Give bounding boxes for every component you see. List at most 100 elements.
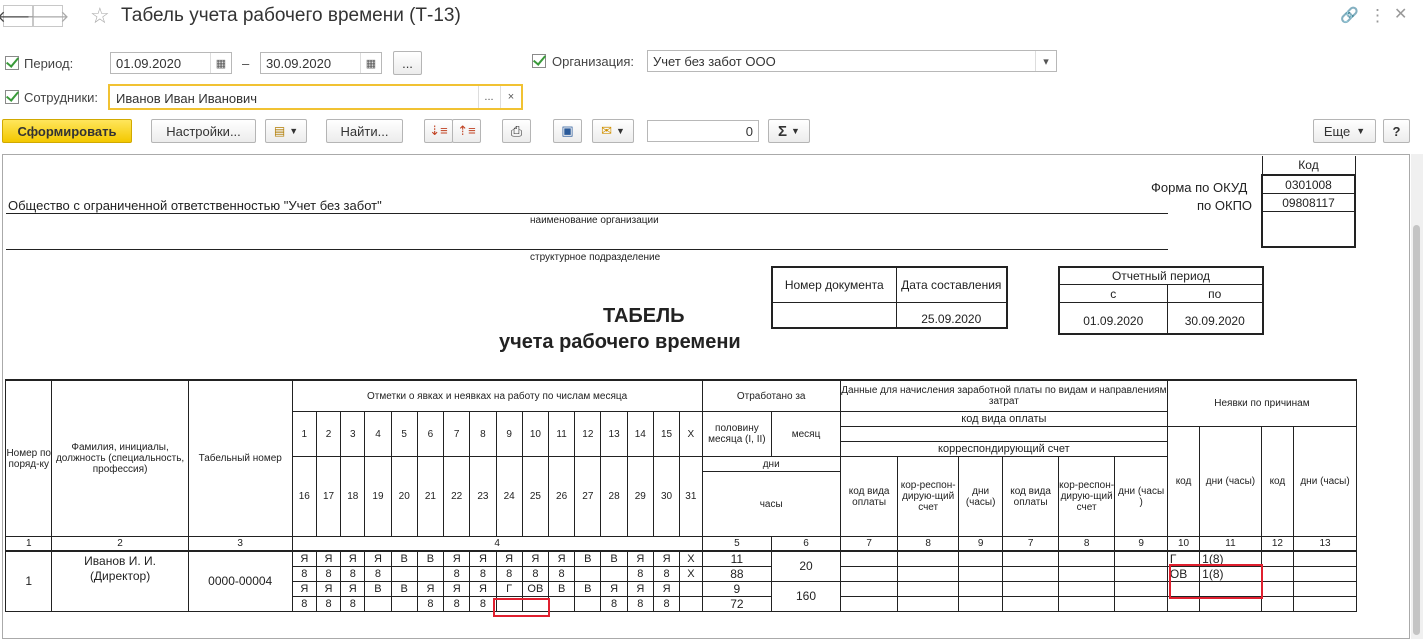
day-cell: 20 [390,456,418,537]
day-cell: 5 [390,411,418,457]
header-abs-days-2: дни (часы) [1293,426,1357,537]
mark-cell [574,566,602,582]
mark-cell: Я [469,581,497,597]
clear-icon[interactable]: × [500,86,521,108]
more-button[interactable]: Еще ▼ [1313,119,1376,143]
printer-icon: ⎙ [510,122,523,139]
doc-date-value: 25.09.2020 [895,302,1008,329]
envelope-icon: ✉ [601,123,612,138]
link-icon[interactable]: 🔗 [1340,6,1359,24]
email-dropdown-button[interactable]: ✉ ▼ [592,119,634,143]
settings-button[interactable]: Настройки... [151,119,256,143]
period-select-button[interactable]: ... [393,51,422,75]
organization-name: Общество с ограниченной ответственностью… [8,198,382,213]
mark-cell: Я [626,550,654,567]
day-cell: 12 [574,411,602,457]
forward-button[interactable]: 🡒 [27,5,69,27]
employees-select-button[interactable]: ... [478,86,499,108]
period-to-value: 30.09.2020 [1166,302,1265,335]
half1-days: 11 [701,550,773,567]
chevron-down-icon: ▼ [1356,126,1366,136]
mark-cell: 8 [469,566,497,582]
sum-dropdown-button[interactable]: Σ ▼ [768,119,810,143]
sort-desc-button[interactable]: ⇣≡ [424,119,453,143]
day-cell: 2 [315,411,342,457]
generate-button[interactable]: Сформировать [2,119,132,143]
chevron-down-icon[interactable]: ▾ [1035,51,1056,71]
half1-hours: 88 [701,566,773,582]
day-cell: 27 [574,456,602,537]
print-button[interactable]: ⎙ [502,119,531,143]
sum-field[interactable]: 0 [647,120,759,142]
mark-cell: 8 [291,596,317,612]
employees-input[interactable]: Иванов Иван Иванович ... × [108,84,523,110]
day-cell: 16 [291,456,317,537]
help-button[interactable]: ? [1383,119,1410,143]
okpo-label: по ОКПО [1197,198,1253,213]
mark-cell: В [364,581,392,597]
day-cell: 14 [626,411,654,457]
sort-asc-button[interactable]: ⇡≡ [452,119,481,143]
colnum-cell: 2 [51,536,189,552]
find-button[interactable]: Найти... [326,119,403,143]
okud-value: 0301008 [1261,174,1356,194]
mark-cell [574,596,602,612]
header-kss: кор-респон-дирую-щий счет [897,456,959,537]
mark-cell: Я [364,550,392,567]
organization-checkbox[interactable] [532,54,546,68]
code-empty-cell [1261,211,1356,248]
colnum-cell: 1 [4,536,53,552]
mark-cell: Я [600,581,628,597]
day-cell: 8 [469,411,497,457]
more-label: Еще [1323,123,1351,139]
variant-dropdown-button[interactable]: ▤ ▼ [265,119,307,143]
save-button[interactable]: ▣ [553,119,582,143]
mark-cell: 8 [626,566,654,582]
organization-select[interactable]: Учет без забот ООО ▾ [647,50,1057,72]
mark-cell [600,566,628,582]
sigma-icon: Σ [778,122,788,140]
day-cell: 13 [600,411,628,457]
report-subtitle: учета рабочего времени [499,331,741,353]
date-to-input[interactable]: 30.09.2020 ▦ [260,52,382,74]
mark-cell: Я [315,550,342,567]
department-caption: структурное подразделение [530,252,661,263]
close-icon[interactable]: ✕ [1394,4,1407,24]
header-hours: часы [701,471,841,537]
header-tab-number: Табельный номер [187,379,293,537]
mark-cell [390,566,418,582]
day-cell: 29 [626,456,654,537]
calendar-icon[interactable]: ▦ [210,53,231,73]
scrollbar-thumb[interactable] [1413,225,1420,635]
period-checkbox[interactable] [5,56,19,70]
more-vertical-icon[interactable]: ⋮ [1369,6,1386,26]
mark-cell: В [416,550,445,567]
header-abs-days: дни (часы) [1199,426,1262,537]
header-worked: Отработано за [701,379,841,412]
mark-cell: Я [626,581,654,597]
employees-checkbox[interactable] [5,90,19,104]
favorite-star-icon[interactable]: ☆ [90,3,110,29]
mark-cell: X [679,550,703,567]
day-cell: 11 [547,411,576,457]
header-days: дни [701,456,841,472]
okpo-value: 09808117 [1261,193,1356,212]
mark-cell [364,596,392,612]
mark-cell [416,566,445,582]
codes-table: Код 0301008 09808117 [1261,156,1356,248]
mark-cell: В [574,550,602,567]
organization-label: Организация: [552,54,635,69]
calendar-icon[interactable]: ▦ [360,53,381,73]
date-from-input[interactable]: 01.09.2020 ▦ [110,52,232,74]
employee-number: 1 [4,550,53,612]
period-to-label: по [1166,284,1265,303]
mark-cell: Я [521,550,550,567]
mark-cell: 8 [340,596,366,612]
day-cell: 19 [364,456,392,537]
header-pay: Данные для начисления заработной платы п… [839,379,1168,412]
employees-label: Сотрудники: [24,90,99,105]
mark-cell: Я [340,581,366,597]
mark-cell: 8 [600,596,628,612]
org-underline [6,213,1168,214]
header-dh-2: дни (часы ) [1114,456,1168,537]
